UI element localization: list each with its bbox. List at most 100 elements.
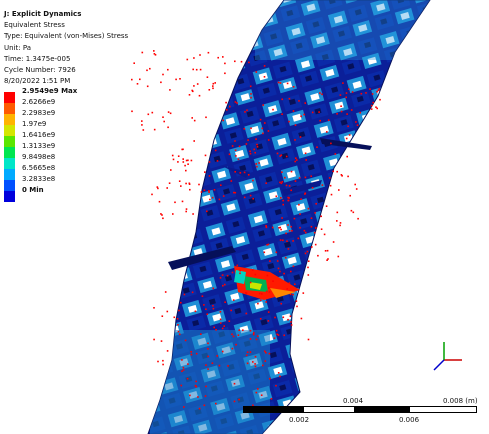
particle <box>234 140 236 142</box>
particle <box>184 164 186 167</box>
legend-label: 6.5665e8 <box>22 164 56 172</box>
particle <box>319 92 321 94</box>
particle <box>277 81 280 84</box>
particle <box>357 217 359 220</box>
particle <box>310 225 313 228</box>
legend-swatch <box>4 103 15 114</box>
particle <box>234 149 237 151</box>
particle <box>279 226 281 229</box>
particle <box>212 287 215 290</box>
particle <box>190 159 193 162</box>
particle <box>206 313 208 315</box>
particle <box>321 184 324 186</box>
particle <box>233 400 236 403</box>
particle <box>287 318 289 321</box>
scale-segment <box>409 406 477 413</box>
particle <box>181 370 183 372</box>
particle <box>311 111 314 114</box>
particle <box>242 329 244 331</box>
particle <box>372 101 374 104</box>
particle <box>149 67 151 70</box>
particle <box>197 396 199 398</box>
particle <box>250 127 252 130</box>
particle <box>238 329 240 331</box>
particle <box>307 338 310 341</box>
particle <box>283 334 285 337</box>
particle <box>287 199 289 202</box>
particle <box>311 187 314 189</box>
particle <box>193 119 196 122</box>
particle <box>181 148 183 151</box>
particle <box>198 183 200 186</box>
particle <box>274 316 276 319</box>
particle <box>338 189 340 191</box>
particle <box>295 300 298 302</box>
particle <box>232 299 235 301</box>
particle <box>162 359 164 362</box>
particle <box>275 195 278 198</box>
legend-label: 1.6416e9 <box>22 131 56 139</box>
particle <box>265 182 267 184</box>
particle <box>191 89 193 92</box>
particle <box>230 180 233 182</box>
particle <box>255 138 257 140</box>
particle <box>299 226 301 229</box>
particle <box>332 241 335 243</box>
particle <box>209 198 211 201</box>
particle <box>190 351 192 353</box>
particle <box>304 102 306 104</box>
particle <box>194 310 197 313</box>
scale-label: 0.002 <box>289 416 310 424</box>
particle <box>161 214 163 216</box>
particle <box>249 281 252 284</box>
particle <box>255 338 258 341</box>
particle <box>204 154 207 157</box>
particle <box>359 111 361 114</box>
particle <box>212 87 214 90</box>
particle <box>256 165 258 168</box>
particle <box>185 208 188 210</box>
particle <box>141 124 143 126</box>
particle <box>201 295 204 297</box>
particle <box>284 256 287 259</box>
particle <box>191 291 194 294</box>
particle <box>208 191 210 193</box>
particle <box>316 146 318 148</box>
particle <box>219 318 222 321</box>
particle <box>256 146 259 148</box>
particle <box>136 83 139 85</box>
particle <box>257 388 259 390</box>
particle <box>282 199 284 202</box>
particle <box>299 136 302 138</box>
particle <box>245 292 247 294</box>
particle <box>336 170 338 173</box>
particle <box>185 169 187 172</box>
particle <box>263 65 266 67</box>
particle <box>250 93 252 95</box>
particle <box>237 158 240 161</box>
particle <box>230 309 232 312</box>
particle <box>233 191 235 194</box>
particle <box>231 333 233 336</box>
particle <box>266 244 268 246</box>
particle <box>238 145 241 148</box>
particle <box>307 266 309 269</box>
particle <box>166 310 169 313</box>
particle <box>218 364 221 367</box>
particle <box>279 155 281 157</box>
particle <box>370 104 373 107</box>
particle <box>214 82 216 84</box>
particle <box>290 324 293 326</box>
particle <box>187 363 189 365</box>
particle <box>207 368 209 370</box>
particle <box>259 318 262 320</box>
result-name: Equivalent Stress <box>4 21 65 30</box>
particle <box>131 78 133 81</box>
particle <box>265 351 267 354</box>
result-type: Type: Equivalent (von-Mises) Stress <box>4 32 129 41</box>
particle <box>251 269 254 271</box>
particle <box>146 69 148 72</box>
particle <box>356 124 359 126</box>
particle <box>153 50 155 52</box>
particle <box>258 162 260 164</box>
